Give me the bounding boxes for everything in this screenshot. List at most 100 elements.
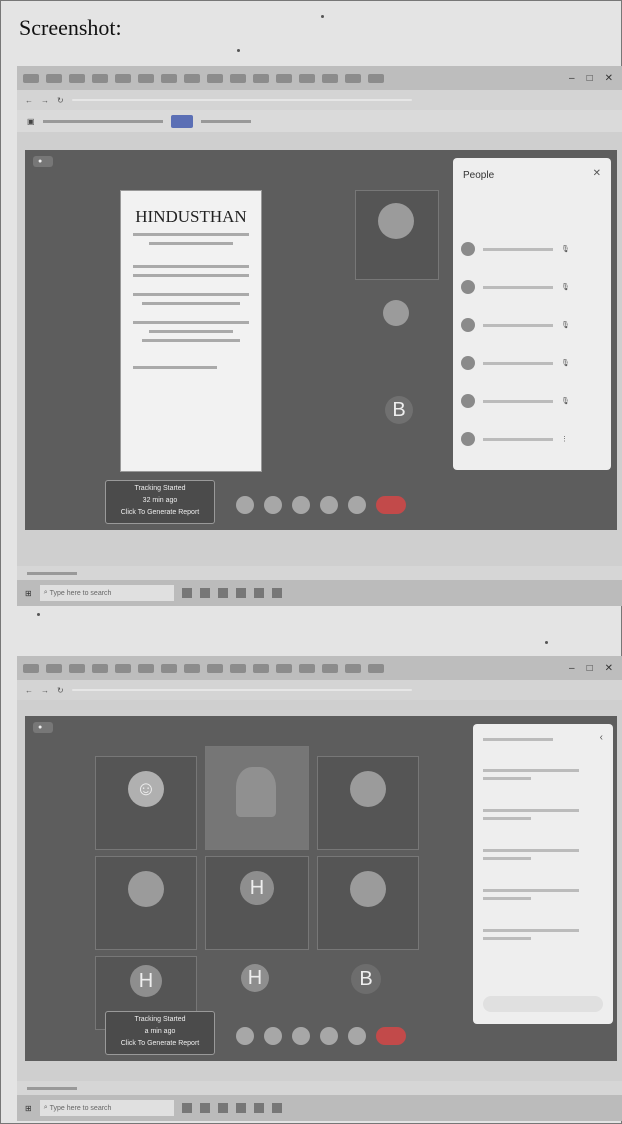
participant-row[interactable]: 🎙 [461, 390, 603, 412]
back-icon[interactable]: ← [25, 96, 33, 105]
participant-tile[interactable]: B [355, 382, 437, 462]
more-options-icon[interactable] [348, 496, 366, 514]
browser-tab[interactable] [23, 73, 39, 83]
browser-tab[interactable] [368, 663, 384, 673]
browser-tab[interactable] [23, 663, 39, 673]
browser-tab[interactable] [69, 663, 85, 673]
taskbar-app-icon[interactable] [199, 588, 210, 598]
participant-row[interactable]: 🎙 [461, 352, 603, 374]
start-icon[interactable]: ⊞ [25, 589, 32, 598]
tracking-widget[interactable]: Tracking Started 32 min ago Click To Gen… [105, 480, 215, 524]
browser-tab[interactable] [207, 663, 223, 673]
end-call-icon[interactable] [376, 496, 406, 514]
taskbar-search[interactable]: ⌕ Type here to search [39, 1100, 174, 1116]
stop-sharing-button[interactable] [170, 114, 194, 128]
hide-link-illegible[interactable] [201, 119, 252, 123]
participant-tile[interactable] [355, 190, 439, 280]
taskbar-app-icon[interactable] [217, 588, 228, 598]
minimize-icon[interactable]: – [569, 663, 575, 674]
maximize-icon[interactable]: □ [587, 73, 593, 84]
taskbar-app-icon[interactable] [235, 588, 246, 598]
reload-icon[interactable]: ↻ [57, 686, 64, 695]
mic-icon[interactable]: 🎙 [561, 321, 570, 329]
taskbar-search[interactable]: ⌕ Type here to search [39, 585, 174, 601]
more-icon[interactable]: ⋮ [561, 435, 568, 443]
chat-input[interactable] [483, 996, 603, 1012]
participant-tile[interactable]: ☺ [95, 756, 197, 850]
participant-tile[interactable] [95, 856, 197, 950]
browser-tab[interactable] [299, 73, 315, 83]
browser-tab[interactable] [207, 73, 223, 83]
end-call-icon[interactable] [376, 1027, 406, 1045]
present-icon[interactable] [320, 496, 338, 514]
taskbar-app-icon[interactable] [235, 1103, 246, 1113]
browser-tab[interactable] [230, 663, 246, 673]
maximize-icon[interactable]: □ [587, 663, 593, 674]
taskbar-app-icon[interactable] [271, 588, 282, 598]
forward-icon[interactable]: → [41, 686, 49, 695]
participant-tile[interactable] [355, 290, 437, 378]
browser-tab[interactable] [253, 663, 269, 673]
taskbar-app-icon[interactable] [181, 1103, 192, 1113]
browser-tab[interactable] [69, 73, 85, 83]
close-icon[interactable]: ‹ [600, 732, 603, 743]
participant-video-tile[interactable] [205, 746, 309, 850]
browser-tab[interactable] [322, 663, 338, 673]
back-icon[interactable]: ← [25, 686, 33, 695]
browser-tab[interactable] [253, 73, 269, 83]
present-icon[interactable] [320, 1027, 338, 1045]
taskbar-app-icon[interactable] [253, 588, 264, 598]
more-options-icon[interactable] [348, 1027, 366, 1045]
participant-tile[interactable]: H [205, 856, 309, 950]
browser-tab[interactable] [92, 73, 108, 83]
captions-icon[interactable] [292, 1027, 310, 1045]
close-icon[interactable]: ✕ [593, 168, 601, 179]
participant-tile[interactable] [317, 756, 419, 850]
browser-tab[interactable] [115, 663, 131, 673]
browser-tab[interactable] [184, 663, 200, 673]
camera-icon[interactable] [264, 496, 282, 514]
browser-tab[interactable] [322, 73, 338, 83]
browser-tab[interactable] [276, 73, 292, 83]
participant-tile[interactable] [317, 856, 419, 950]
mic-icon[interactable]: 🎙 [561, 397, 570, 405]
taskbar-app-icon[interactable] [217, 1103, 228, 1113]
browser-tab[interactable] [115, 73, 131, 83]
browser-tab[interactable] [138, 663, 154, 673]
browser-tab[interactable] [161, 663, 177, 673]
browser-tab[interactable] [46, 73, 62, 83]
taskbar-app-icon[interactable] [199, 1103, 210, 1113]
mic-icon[interactable] [236, 496, 254, 514]
mic-icon[interactable]: 🎙 [561, 245, 570, 253]
start-icon[interactable]: ⊞ [25, 1104, 32, 1113]
browser-tab[interactable] [138, 73, 154, 83]
generate-report-link[interactable]: Click To Generate Report [106, 1038, 214, 1050]
browser-tab[interactable] [368, 73, 384, 83]
camera-icon[interactable] [264, 1027, 282, 1045]
browser-tab[interactable] [345, 73, 361, 83]
browser-tab[interactable] [161, 73, 177, 83]
browser-tab[interactable] [345, 663, 361, 673]
url-field[interactable] [71, 689, 412, 691]
generate-report-link[interactable]: Click To Generate Report [106, 507, 214, 519]
forward-icon[interactable]: → [41, 96, 49, 105]
taskbar-app-icon[interactable] [253, 1103, 264, 1113]
mic-icon[interactable]: 🎙 [561, 359, 570, 367]
mic-icon[interactable]: 🎙 [561, 283, 570, 291]
minimize-icon[interactable]: – [569, 73, 575, 84]
captions-icon[interactable] [292, 496, 310, 514]
browser-tab[interactable] [299, 663, 315, 673]
browser-tab[interactable] [184, 73, 200, 83]
participant-row[interactable]: 🎙 [461, 238, 603, 260]
reload-icon[interactable]: ↻ [57, 96, 64, 105]
tracking-widget[interactable]: Tracking Started a min ago Click To Gene… [105, 1011, 215, 1055]
close-icon[interactable]: ✕ [605, 663, 613, 674]
participant-row[interactable]: ⋮ [461, 428, 603, 450]
taskbar-app-icon[interactable] [271, 1103, 282, 1113]
browser-tab[interactable] [46, 663, 62, 673]
browser-tab[interactable] [92, 663, 108, 673]
url-field[interactable] [71, 99, 412, 101]
participant-row[interactable]: 🎙 [461, 276, 603, 298]
browser-tab[interactable] [230, 73, 246, 83]
participant-row[interactable]: 🎙 [461, 314, 603, 336]
